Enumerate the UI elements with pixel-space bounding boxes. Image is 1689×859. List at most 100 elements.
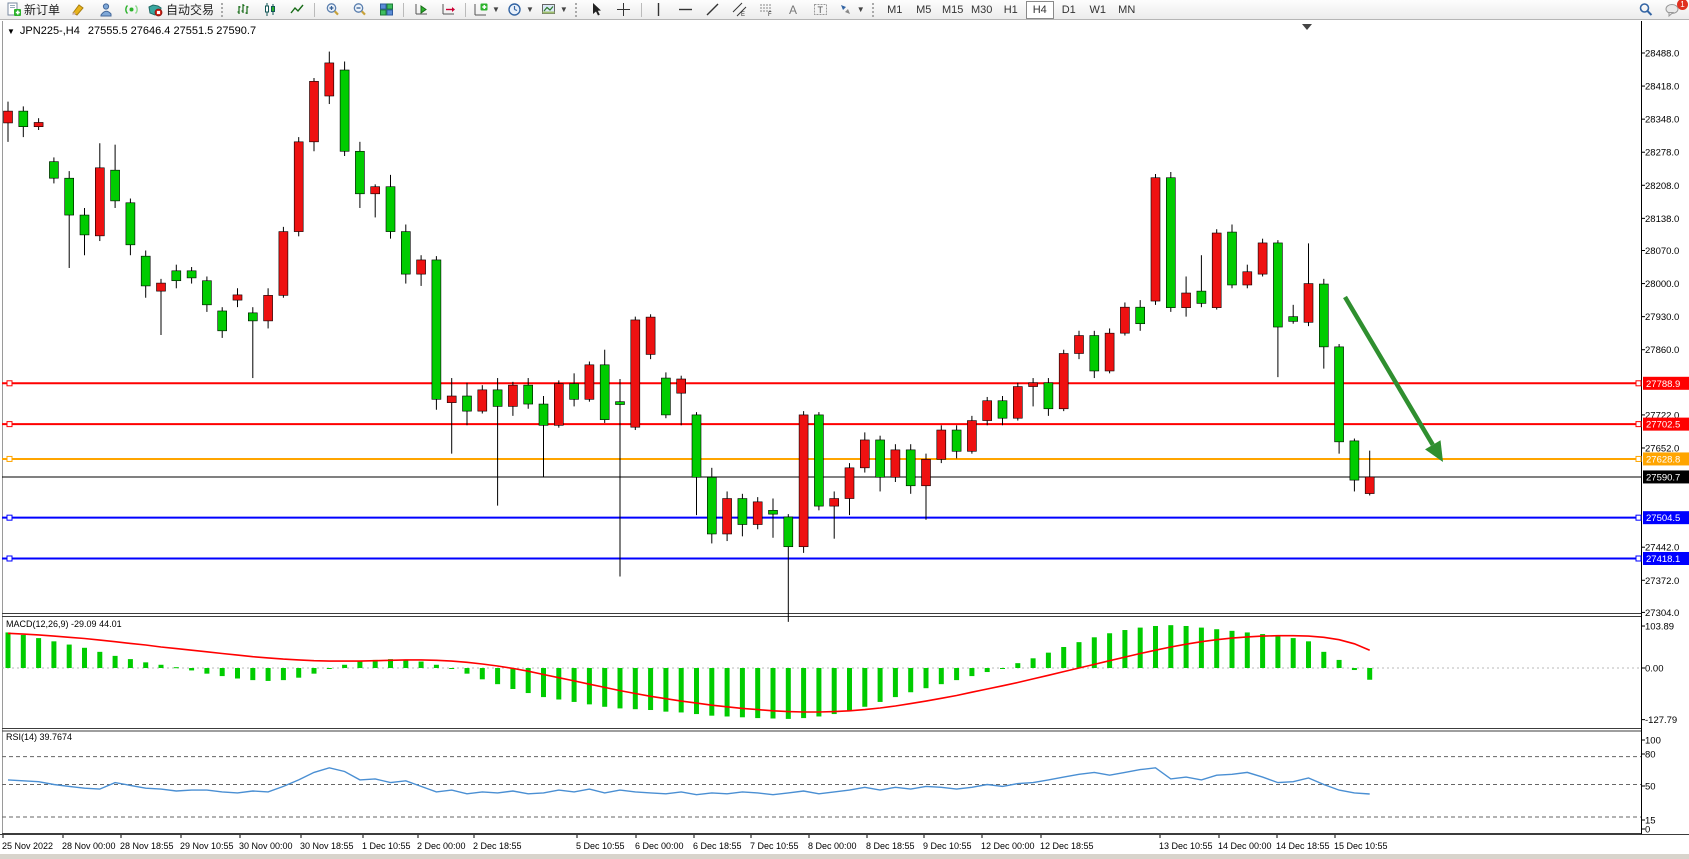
tile-windows-button[interactable] bbox=[373, 0, 399, 20]
line-handle[interactable] bbox=[1636, 515, 1641, 520]
trendline-button[interactable] bbox=[700, 0, 726, 20]
candle bbox=[616, 402, 625, 405]
candle bbox=[860, 440, 869, 468]
tile-windows-icon bbox=[379, 2, 394, 17]
cursor-button[interactable] bbox=[584, 0, 610, 20]
time-label: 2 Dec 00:00 bbox=[417, 841, 466, 851]
line-handle[interactable] bbox=[7, 381, 12, 386]
tab-timeframe-mn[interactable]: MN bbox=[1113, 1, 1141, 19]
candle bbox=[126, 203, 135, 245]
candle bbox=[723, 499, 732, 534]
macd-bar bbox=[1214, 629, 1219, 668]
tab-timeframe-m1[interactable]: M1 bbox=[881, 1, 909, 19]
macd-bar bbox=[618, 668, 623, 708]
macd-bar bbox=[816, 668, 821, 716]
price-tick-label: 27860.0 bbox=[1645, 345, 1679, 356]
macd-bar bbox=[465, 668, 470, 674]
macd-bar bbox=[893, 668, 898, 697]
line-handle[interactable] bbox=[1636, 381, 1641, 386]
text-button[interactable]: A bbox=[781, 0, 807, 20]
tab-timeframe-h4[interactable]: H4 bbox=[1026, 1, 1054, 19]
vertical-line-button[interactable] bbox=[646, 0, 672, 20]
candle bbox=[141, 256, 150, 286]
horizontal-line-button[interactable] bbox=[673, 0, 699, 20]
macd-bar bbox=[1031, 658, 1036, 668]
candle bbox=[1304, 284, 1313, 323]
macd-bar bbox=[296, 668, 301, 678]
macd-bar bbox=[419, 662, 424, 668]
line-handle[interactable] bbox=[1636, 556, 1641, 561]
line-handle[interactable] bbox=[1636, 422, 1641, 427]
candle bbox=[34, 122, 43, 126]
chart-canvas[interactable]: 28488.028418.028348.028278.028208.028138… bbox=[0, 0, 1689, 859]
candle bbox=[1182, 293, 1191, 308]
candle bbox=[310, 81, 319, 141]
line-chart-button[interactable] bbox=[284, 0, 310, 20]
chart-symbol-period: JPN225-,H4 bbox=[20, 25, 80, 37]
arrows-button[interactable]: ▼ bbox=[835, 0, 868, 20]
search-button[interactable] bbox=[1633, 0, 1659, 20]
macd-bar bbox=[510, 668, 515, 689]
auto-scroll-icon bbox=[414, 2, 429, 17]
candle bbox=[631, 320, 640, 427]
macd-bar bbox=[832, 668, 837, 714]
candle bbox=[325, 63, 334, 96]
candle bbox=[753, 502, 762, 525]
line-handle[interactable] bbox=[7, 422, 12, 427]
bottom-strip bbox=[0, 854, 1689, 859]
candle bbox=[692, 415, 701, 477]
macd-bar bbox=[1153, 626, 1158, 668]
market-watch-button[interactable] bbox=[91, 0, 117, 20]
macd-bar bbox=[709, 668, 714, 716]
macd-bar bbox=[663, 668, 668, 712]
candle bbox=[1212, 233, 1221, 308]
auto-scroll-button[interactable] bbox=[408, 0, 434, 20]
fibonacci-icon: F bbox=[759, 2, 774, 17]
candle bbox=[478, 390, 487, 411]
text-label-button[interactable]: T bbox=[808, 0, 834, 20]
candlestick-chart-button[interactable] bbox=[257, 0, 283, 20]
highlighter-button[interactable] bbox=[64, 0, 90, 20]
candle bbox=[646, 317, 655, 354]
tab-timeframe-d1[interactable]: D1 bbox=[1055, 1, 1083, 19]
template-selector-button[interactable]: ▼ bbox=[538, 0, 571, 20]
tab-timeframe-w1[interactable]: W1 bbox=[1084, 1, 1112, 19]
tab-timeframe-m5[interactable]: M5 bbox=[910, 1, 938, 19]
bar-chart-button[interactable] bbox=[230, 0, 256, 20]
fibonacci-button[interactable]: F bbox=[754, 0, 780, 20]
candle bbox=[432, 260, 441, 399]
tab-timeframe-m15[interactable]: M15 bbox=[939, 1, 967, 19]
price-tick-label: 27304.0 bbox=[1645, 608, 1679, 619]
candle bbox=[600, 365, 609, 420]
candle bbox=[493, 390, 502, 407]
notifications-button[interactable]: 1 bbox=[1659, 0, 1685, 20]
search-icon bbox=[1638, 2, 1654, 18]
period-selector-button[interactable]: ▼ bbox=[504, 0, 537, 20]
candle bbox=[1075, 336, 1084, 354]
candle bbox=[784, 517, 793, 547]
tab-timeframe-m30[interactable]: M30 bbox=[968, 1, 996, 19]
candle bbox=[554, 384, 563, 426]
new-order-button[interactable]: 新订单 bbox=[3, 0, 63, 20]
signal-button[interactable] bbox=[118, 0, 144, 20]
macd-bar bbox=[985, 668, 990, 672]
line-handle[interactable] bbox=[7, 556, 12, 561]
line-handle[interactable] bbox=[7, 515, 12, 520]
zoom-in-button[interactable] bbox=[319, 0, 345, 20]
chart-shift-button[interactable] bbox=[435, 0, 461, 20]
auto-trading-button[interactable]: 自动交易 bbox=[145, 0, 217, 20]
time-label: 28 Nov 00:00 bbox=[62, 841, 116, 851]
zoom-out-button[interactable] bbox=[346, 0, 372, 20]
line-handle[interactable] bbox=[1636, 456, 1641, 461]
macd-bar bbox=[97, 652, 102, 668]
equidistant-channel-button[interactable]: E bbox=[727, 0, 753, 20]
add-indicator-button[interactable]: ▼ bbox=[470, 0, 503, 20]
line-handle[interactable] bbox=[7, 456, 12, 461]
tab-timeframe-h1[interactable]: H1 bbox=[997, 1, 1025, 19]
crosshair-button[interactable] bbox=[611, 0, 637, 20]
chart-dropdown-icon[interactable]: ▼ bbox=[7, 27, 15, 36]
candle bbox=[1120, 307, 1129, 333]
macd-bar bbox=[1015, 663, 1020, 668]
time-label: 28 Nov 18:55 bbox=[120, 841, 174, 851]
price-badge-label: 27788.9 bbox=[1646, 379, 1680, 390]
